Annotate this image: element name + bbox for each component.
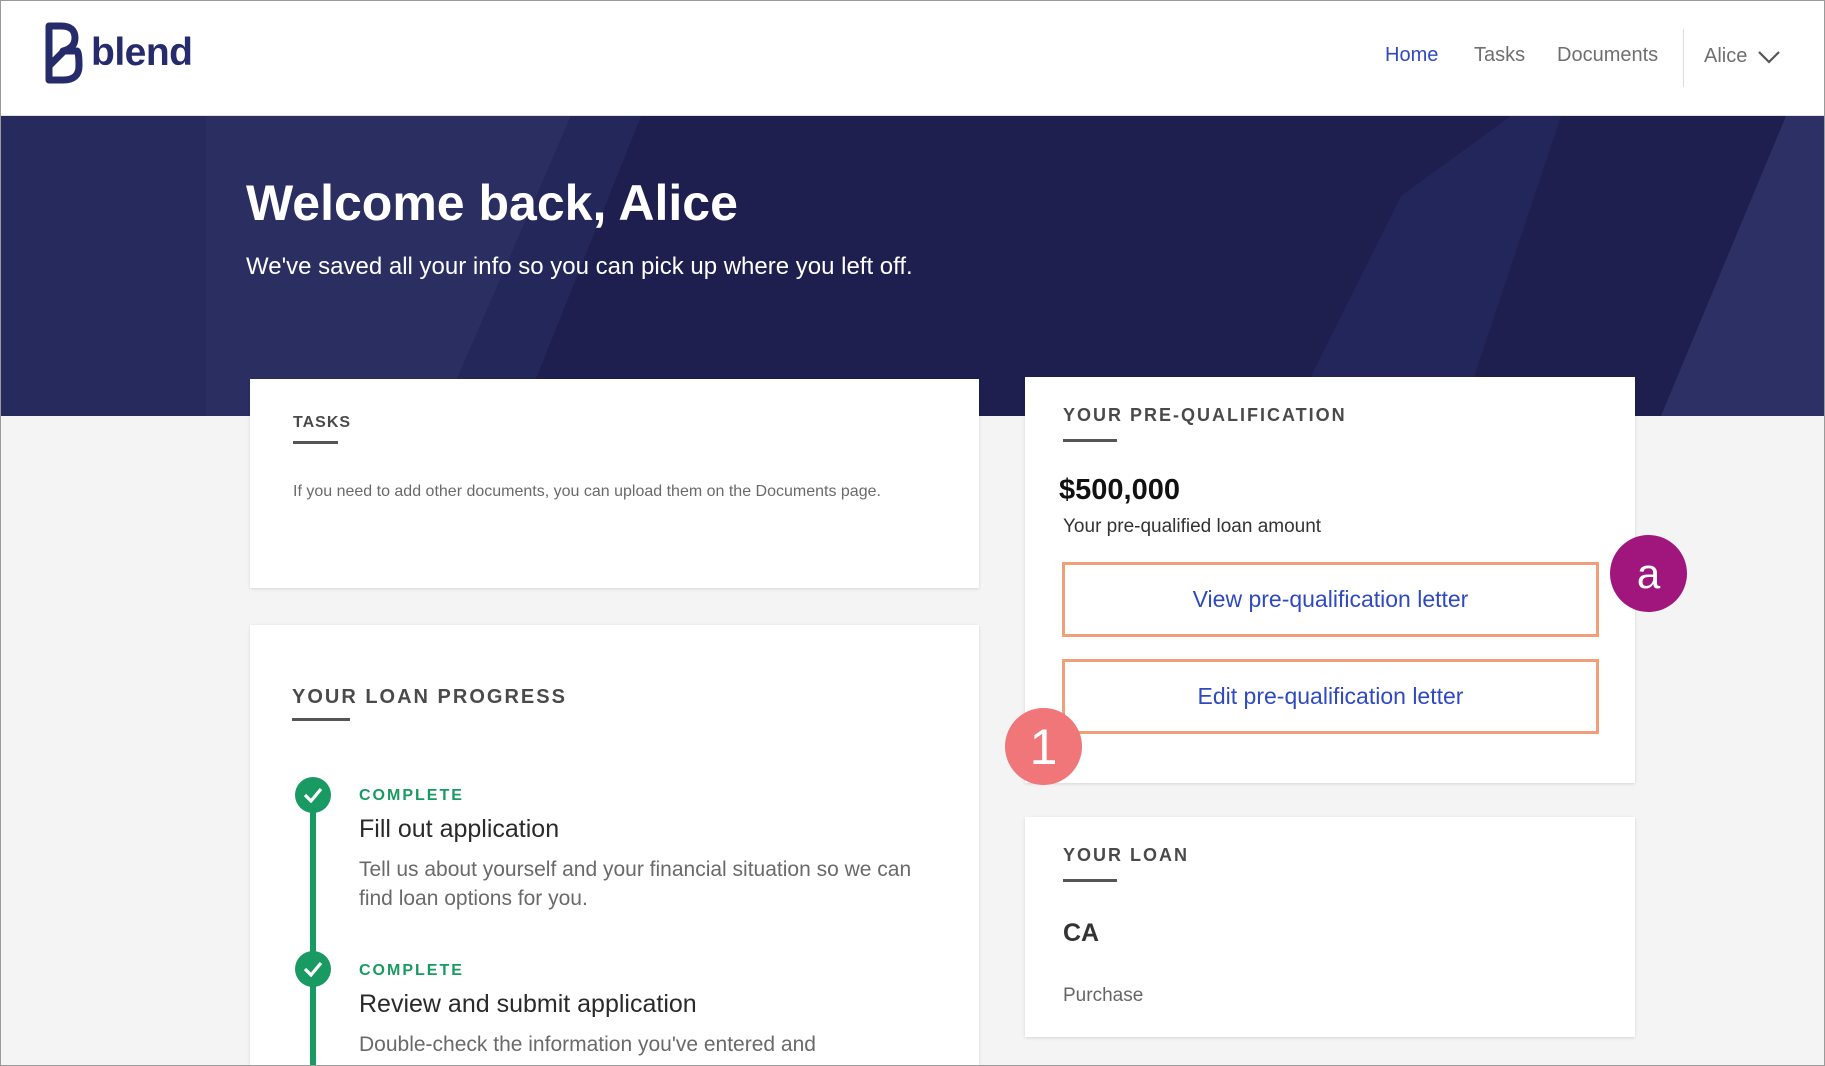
edit-pre-qualification-letter-button[interactable]: Edit pre-qualification letter: [1062, 659, 1599, 734]
check-circle-icon: [295, 777, 331, 813]
pre-qualification-title: YOUR PRE-QUALIFICATION: [1063, 405, 1347, 425]
tasks-card: TASKS If you need to add other documents…: [250, 379, 979, 588]
loan-progress-card: YOUR LOAN PROGRESS COMPLETE Fill out app…: [250, 625, 979, 1065]
title-underline: [292, 718, 350, 721]
check-circle-icon: [295, 951, 331, 987]
loan-progress-title: YOUR LOAN PROGRESS: [292, 686, 567, 708]
step-description: Double-check the information you've ente…: [359, 1033, 816, 1056]
welcome-heading: Welcome back, Alice: [246, 175, 738, 231]
view-pre-qualification-letter-button[interactable]: View pre-qualification letter: [1062, 562, 1599, 637]
tasks-note: If you need to add other documents, you …: [293, 483, 881, 500]
title-underline: [1063, 439, 1117, 442]
welcome-subheading: We've saved all your info so you can pic…: [246, 253, 913, 280]
nav-tasks[interactable]: Tasks: [1474, 44, 1525, 67]
pre-qualified-amount: $500,000: [1059, 474, 1180, 506]
pre-qualified-amount-label: Your pre-qualified loan amount: [1063, 516, 1322, 537]
main-nav: Home Tasks Documents: [1, 44, 1824, 74]
chevron-down-icon: [1758, 50, 1781, 64]
pre-qualification-card: YOUR PRE-QUALIFICATION $500,000 Your pre…: [1025, 377, 1635, 783]
top-navigation-bar: blend Home Tasks Documents Alice: [1, 1, 1824, 116]
callout-marker-a: a: [1610, 535, 1687, 612]
step-description: Tell us about yourself and your financia…: [359, 858, 912, 910]
your-loan-title: YOUR LOAN: [1063, 845, 1189, 865]
step-status: COMPLETE: [359, 787, 464, 804]
progress-timeline-line: [310, 795, 316, 1065]
app-window: blend Home Tasks Documents Alice Welcome…: [0, 0, 1825, 1066]
user-name: Alice: [1704, 45, 1748, 67]
nav-home[interactable]: Home: [1385, 44, 1438, 67]
title-underline: [1063, 879, 1117, 882]
user-menu[interactable]: Alice: [1704, 45, 1781, 68]
step-status: COMPLETE: [359, 962, 464, 979]
nav-divider: [1683, 29, 1684, 87]
your-loan-card: YOUR LOAN CA Purchase: [1025, 817, 1635, 1037]
loan-state: CA: [1063, 919, 1100, 947]
nav-documents[interactable]: Documents: [1557, 44, 1658, 67]
step-title[interactable]: Review and submit application: [359, 990, 697, 1019]
tasks-card-title: TASKS: [293, 414, 352, 431]
welcome-banner: Welcome back, Alice We've saved all your…: [1, 116, 1824, 416]
title-underline: [293, 441, 338, 444]
step-title[interactable]: Fill out application: [359, 815, 559, 844]
loan-type: Purchase: [1063, 985, 1144, 1006]
callout-marker-1: 1: [1005, 708, 1082, 785]
